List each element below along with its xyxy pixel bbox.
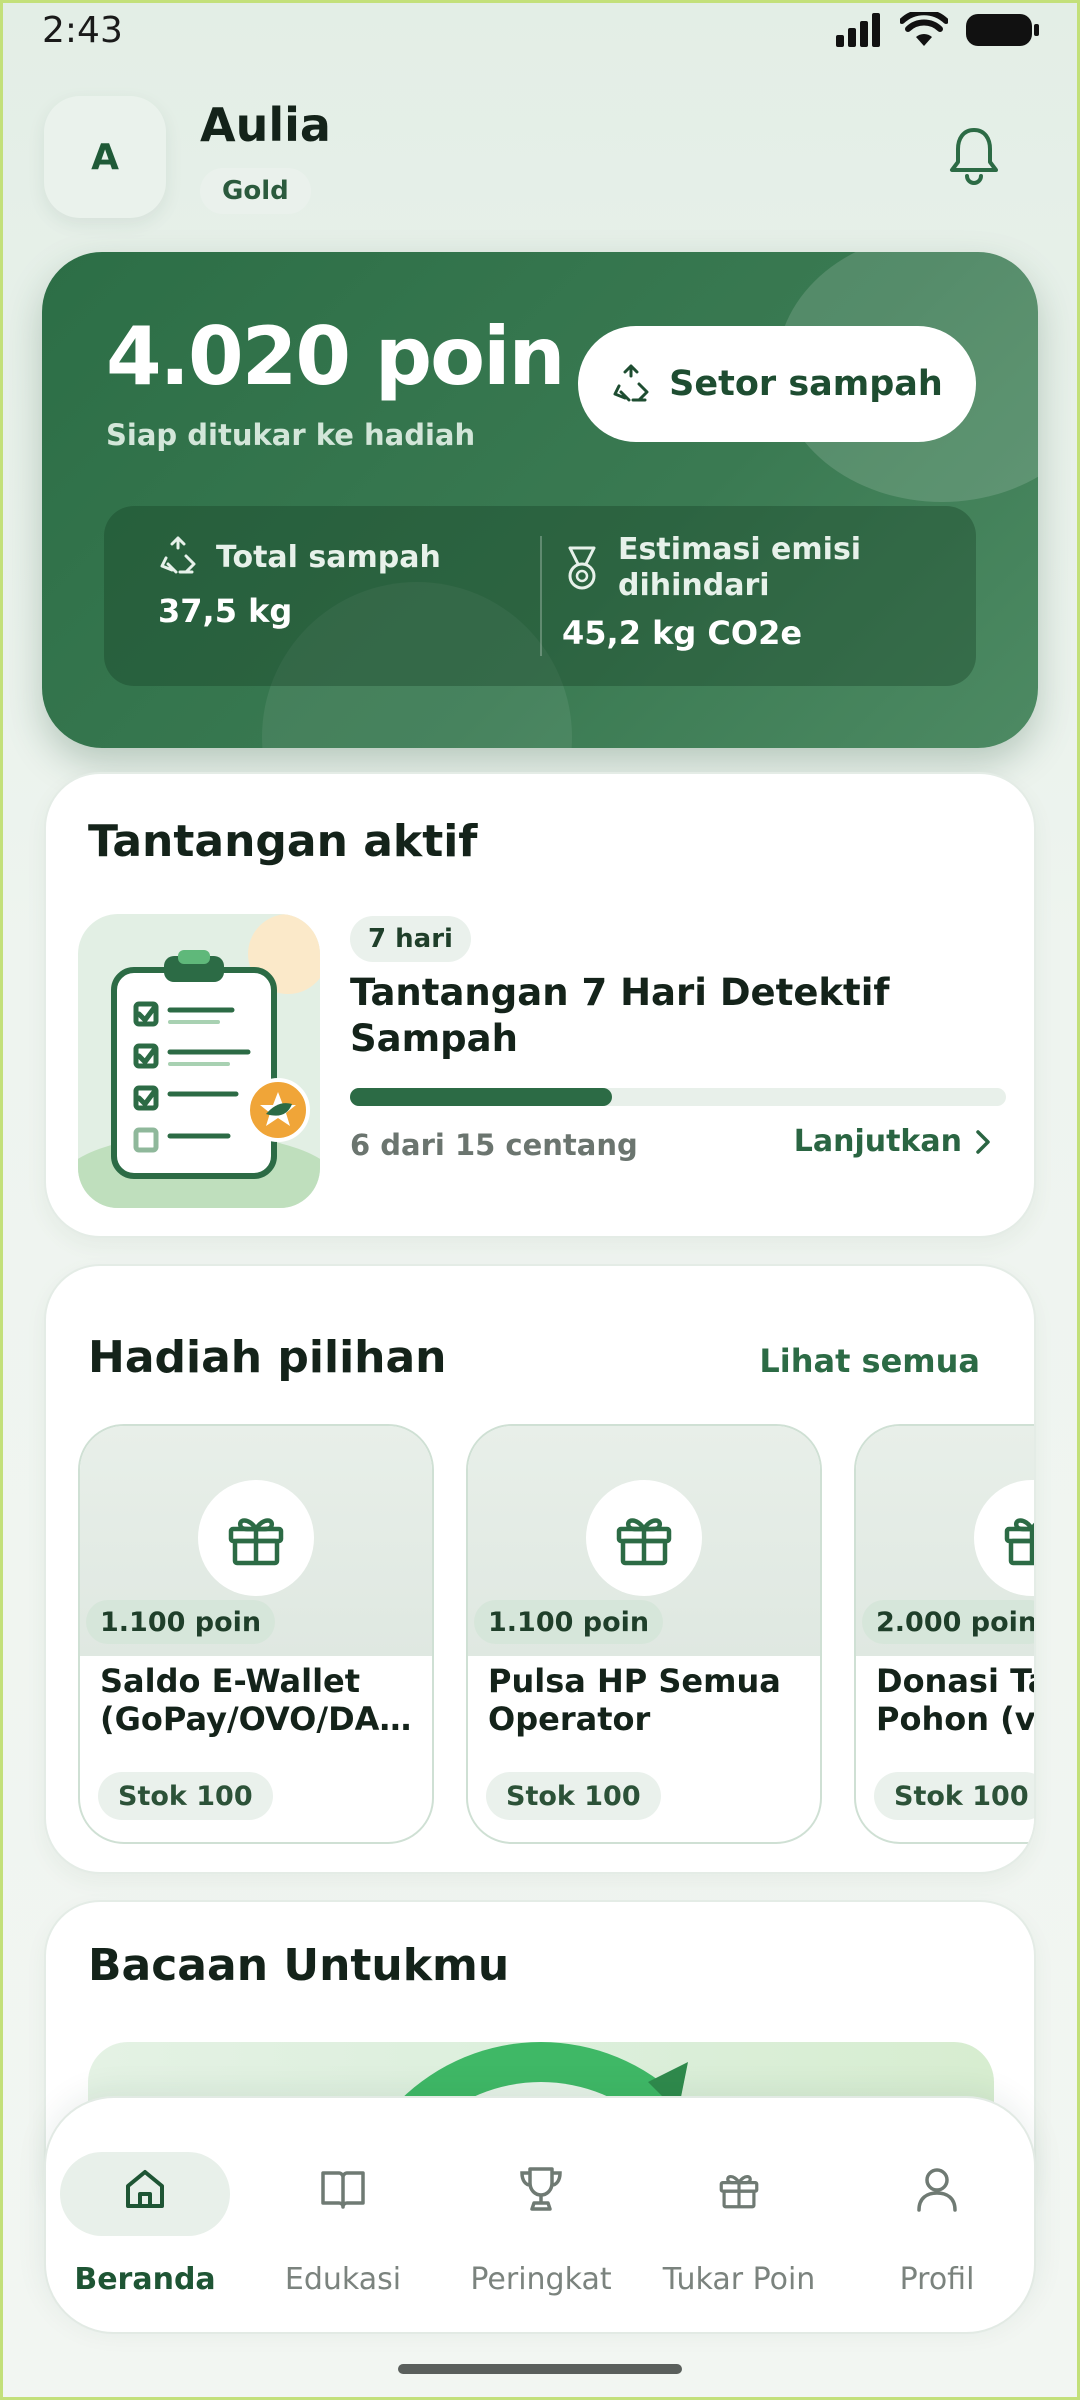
continue-link[interactable]: Lanjutkan [794, 1124, 992, 1159]
gift-icon [586, 1480, 702, 1596]
reward-item[interactable]: 1.100 poin Pulsa HP Semua Operator Stok … [466, 1424, 822, 1844]
nav-item-profil[interactable]: Profil [838, 2098, 1036, 2336]
setor-sampah-label: Setor sampah [669, 364, 943, 404]
book-icon [316, 2162, 370, 2216]
recycle-icon [160, 536, 196, 574]
reward-name-line: Donasi Ta [876, 1662, 1036, 1700]
trophy-icon [514, 2162, 568, 2216]
active-challenge-card[interactable]: Tantangan aktif 7 hari Tantangan 7 Hari … [44, 772, 1036, 1238]
medal-icon [568, 546, 596, 590]
home-icon [118, 2162, 172, 2216]
emisi-label: Estimasi emisi dihindari [618, 532, 862, 603]
reward-name-line: Saldo E-Wallet [100, 1662, 361, 1700]
user-icon [910, 2162, 964, 2216]
nav-item-edukasi[interactable]: Edukasi [244, 2098, 442, 2336]
gift-icon [712, 2162, 766, 2216]
total-sampah-value: 37,5 kg [158, 592, 293, 630]
reward-name-line: Operator [488, 1700, 651, 1738]
section-title: Hadiah pilihan [88, 1332, 447, 1383]
tier-badge: Gold [200, 168, 311, 214]
nav-label: Profil [899, 2262, 975, 2297]
status-time: 2:43 [42, 10, 123, 51]
status-icons [836, 12, 1040, 48]
section-title: Tantangan aktif [88, 816, 478, 867]
total-sampah-label: Total sampah [216, 540, 441, 575]
reward-cost: 2.000 poin [862, 1600, 1034, 1644]
user-name: Aulia [200, 98, 331, 152]
reward-name-line: Pohon (vi [876, 1700, 1036, 1738]
nav-label: Beranda [74, 2262, 216, 2297]
continue-label: Lanjutkan [793, 1124, 962, 1159]
reward-cost: 1.100 poin [86, 1600, 276, 1644]
nav-item-tukar-poin[interactable]: Tukar Poin [640, 2098, 838, 2336]
progress-fill [350, 1088, 613, 1106]
reward-stock: Stok 100 [98, 1772, 273, 1820]
chevron-right-icon [976, 1129, 990, 1154]
reward-name: Saldo E-Wallet (GoPay/OVO/DA… [100, 1662, 420, 1738]
impact-stats: Total sampah 37,5 kg Estimasi emisi dihi… [104, 506, 976, 686]
points-subtitle: Siap ditukar ke hadiah [106, 418, 476, 452]
reward-name: Donasi Ta Pohon (vi [876, 1662, 1036, 1738]
reward-name: Pulsa HP Semua Operator [488, 1662, 808, 1738]
progress-text: 6 dari 15 centang [350, 1128, 638, 1162]
gift-icon [198, 1480, 314, 1596]
status-bar: 2:43 [0, 0, 1080, 60]
see-all-link[interactable]: Lihat semua [759, 1342, 980, 1380]
battery-icon [966, 14, 1039, 46]
home-indicator[interactable] [398, 2364, 682, 2374]
reward-cost: 1.100 poin [474, 1600, 664, 1644]
section-title: Bacaan Untukmu [88, 1940, 510, 1991]
recycle-icon [613, 364, 649, 402]
stat-divider [540, 536, 542, 656]
reward-name-line: Pulsa HP Semua [488, 1662, 781, 1700]
nav-label: Edukasi [284, 2262, 402, 2297]
featured-rewards-card: Hadiah pilihan Lihat semua 1.100 poin Sa… [44, 1264, 1036, 1874]
signal-icon [836, 13, 880, 47]
reward-stock: Stok 100 [874, 1772, 1034, 1820]
nav-item-beranda[interactable]: Beranda [46, 2098, 244, 2336]
reward-stock: Stok 100 [486, 1772, 661, 1820]
emisi-value: 45,2 kg CO2e [562, 614, 803, 652]
checklist-illustration [78, 914, 320, 1208]
challenge-duration-badge: 7 hari [350, 916, 471, 962]
reward-item[interactable]: 1.100 poin Saldo E-Wallet (GoPay/OVO/DA…… [78, 1424, 434, 1844]
points-hero-card: 4.020 poin Siap ditukar ke hadiah Setor … [42, 252, 1038, 748]
bell-icon[interactable] [944, 124, 1004, 188]
avatar[interactable]: A [44, 96, 166, 218]
setor-sampah-button[interactable]: Setor sampah [578, 326, 976, 442]
nav-label: Tukar Poin [662, 2262, 816, 2297]
bottom-navigation: Beranda Edukasi Peringkat Tukar Poin Pro… [44, 2096, 1036, 2334]
challenge-name: Tantangan 7 Hari Detektif Sampah [350, 971, 890, 1060]
challenge-progress-bar [350, 1088, 1006, 1106]
nav-item-peringkat[interactable]: Peringkat [442, 2098, 640, 2336]
reward-name-line: (GoPay/OVO/DA… [100, 1700, 412, 1738]
nav-label: Peringkat [470, 2262, 612, 2297]
wifi-icon [900, 12, 948, 46]
reward-item[interactable]: 2.000 poin Donasi Ta Pohon (vi Stok 100 [854, 1424, 1036, 1844]
points-value: 4.020 poin [106, 310, 565, 403]
